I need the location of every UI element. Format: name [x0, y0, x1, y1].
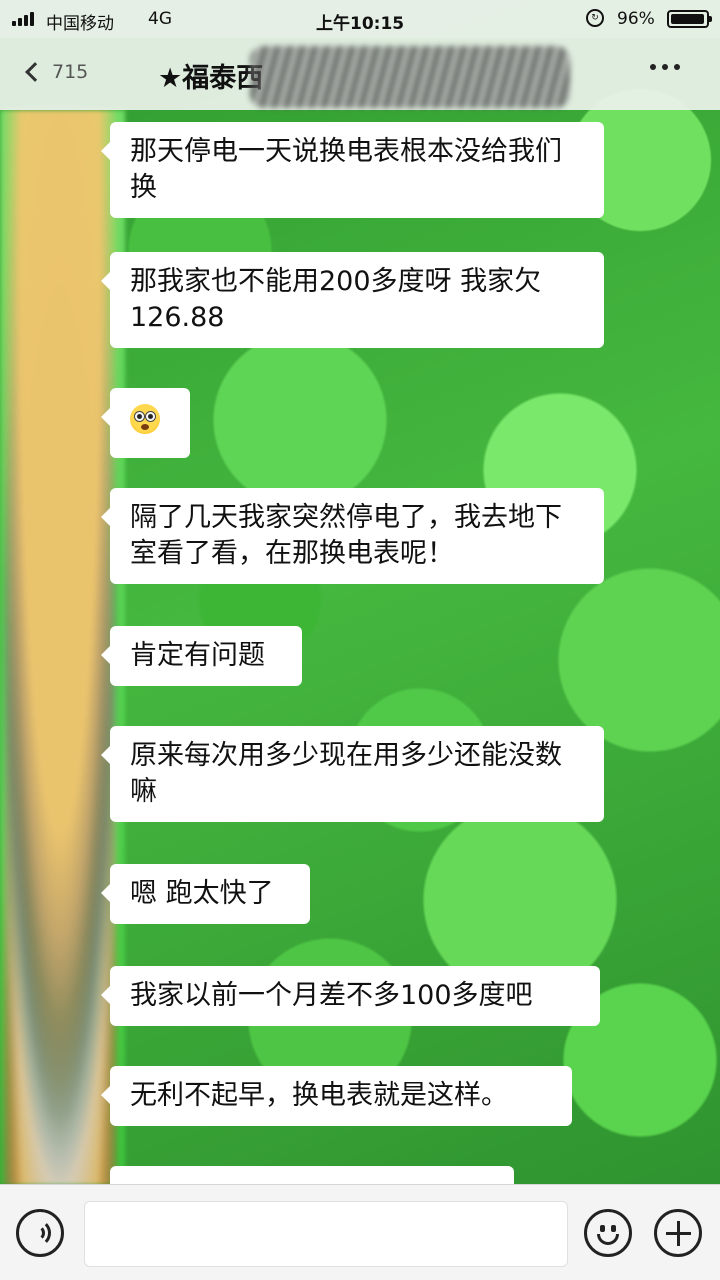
back-button[interactable]: 715 — [18, 50, 88, 94]
rotation-lock-icon: ↻ — [586, 9, 604, 27]
message-bubble[interactable]: 原来每次用多少现在用多少还能没数嘛 — [101, 726, 604, 822]
battery-fill — [671, 14, 704, 24]
message-bubble[interactable]: 那我家也不能用200多度呀 我家欠126.88 — [101, 252, 604, 348]
message-bubble-partial[interactable] — [110, 1166, 514, 1185]
battery-icon — [667, 10, 712, 28]
more-dots-icon — [650, 64, 656, 70]
emoji-button[interactable] — [584, 1209, 632, 1257]
emoji-icon — [597, 1234, 619, 1245]
message-bubble[interactable]: 我家以前一个月差不多100多度吧 — [101, 966, 600, 1026]
flushed-face-icon — [130, 403, 160, 434]
chat-header: 715 ★福泰西 — [0, 38, 720, 110]
message-text: 肯定有问题 — [130, 640, 265, 671]
message-bubble[interactable]: 嗯 跑太快了 — [101, 864, 310, 924]
message-bubble[interactable]: 那天停电一天说换电表根本没给我们换 — [101, 122, 604, 218]
message-text: 隔了几天我家突然停电了，我去地下室看了看，在那换电表呢！ — [130, 502, 562, 569]
message-bubble-emoji[interactable] — [101, 388, 190, 458]
message-text: 那天停电一天说换电表根本没给我们换 — [130, 136, 562, 203]
message-text: 那我家也不能用200多度呀 我家欠126.88 — [130, 266, 542, 333]
message-bubble[interactable]: 隔了几天我家突然停电了，我去地下室看了看，在那换电表呢！ — [101, 488, 604, 584]
input-bar — [0, 1184, 720, 1280]
message-text: 原来每次用多少现在用多少还能没数嘛 — [130, 740, 562, 807]
message-text: 我家以前一个月差不多100多度吧 — [130, 980, 533, 1011]
more-button[interactable] — [650, 64, 680, 70]
message-bubble[interactable]: 无利不起早，换电表就是这样。 — [101, 1066, 572, 1126]
message-text: 嗯 跑太快了 — [130, 878, 274, 909]
message-bubble[interactable]: 肯定有问题 — [101, 626, 302, 686]
carrier-label: 中国移动 — [46, 14, 114, 34]
message-text: 无利不起早，换电表就是这样。 — [130, 1080, 508, 1111]
chevron-left-icon — [25, 62, 45, 82]
status-bar: 中国移动 4G 上午10:15 ↻ 96% — [0, 0, 720, 38]
network-type: 4G — [148, 9, 172, 29]
chat-title: ★福泰西 — [158, 63, 264, 94]
voice-button[interactable] — [16, 1209, 64, 1257]
message-input[interactable] — [84, 1201, 568, 1267]
message-list[interactable]: 那天停电一天说换电表根本没给我们换 那我家也不能用200多度呀 我家欠126.8… — [0, 110, 720, 1185]
unread-count: 715 — [52, 61, 89, 83]
battery-percent: 96% — [617, 9, 655, 29]
redacted-title-overlay — [250, 46, 570, 108]
plus-button[interactable] — [654, 1209, 702, 1257]
clock: 上午10:15 — [316, 14, 405, 34]
signal-icon — [12, 12, 38, 26]
